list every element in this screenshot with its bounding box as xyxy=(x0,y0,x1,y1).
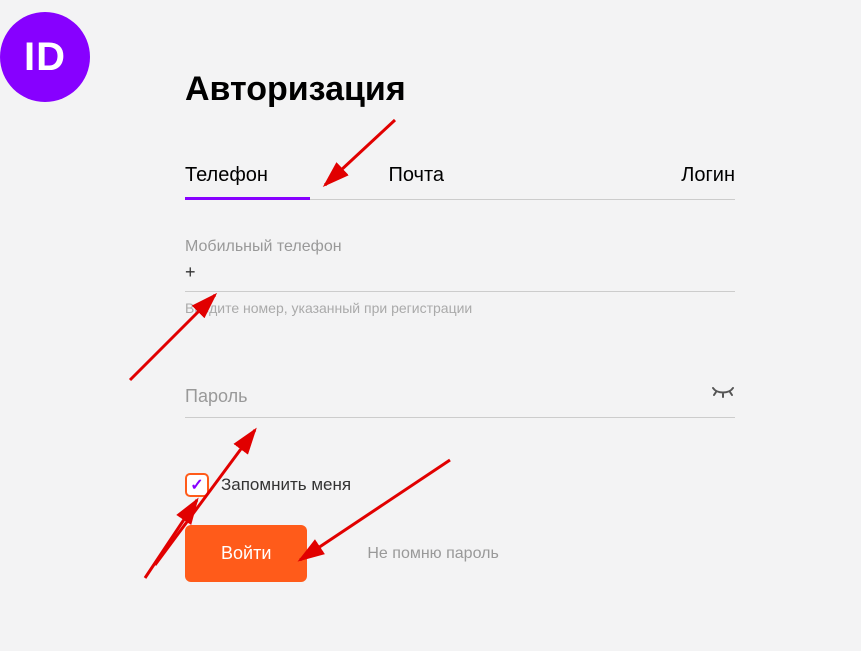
login-button[interactable]: Войти xyxy=(185,525,307,582)
auth-tabs: Телефон Почта Логин xyxy=(185,154,735,200)
phone-label: Мобильный телефон xyxy=(185,238,735,256)
tab-login[interactable]: Логин xyxy=(523,154,736,199)
remember-checkbox[interactable]: ✓ xyxy=(185,473,209,497)
remember-label: Запомнить меня xyxy=(221,475,351,495)
auth-form: Авторизация Телефон Почта Логин Мобильны… xyxy=(185,70,735,582)
phone-field-group: Мобильный телефон Введите номер, указанн… xyxy=(185,238,735,316)
password-input-row xyxy=(185,386,735,418)
actions-row: Войти Не помню пароль xyxy=(185,525,735,582)
phone-input-row xyxy=(185,262,735,292)
password-field-group xyxy=(185,386,735,418)
tab-email[interactable]: Почта xyxy=(310,154,523,199)
checkmark-icon: ✓ xyxy=(190,475,203,495)
toggle-password-visibility-icon[interactable] xyxy=(711,386,735,407)
phone-hint: Введите номер, указанный при регистрации xyxy=(185,300,735,316)
phone-input[interactable] xyxy=(185,262,735,283)
id-logo: ID xyxy=(0,12,90,102)
tab-phone[interactable]: Телефон xyxy=(185,154,310,200)
page-title: Авторизация xyxy=(185,70,735,109)
password-input[interactable] xyxy=(185,386,711,407)
forgot-password-link[interactable]: Не помню пароль xyxy=(367,545,498,563)
remember-row: ✓ Запомнить меня xyxy=(185,473,735,497)
